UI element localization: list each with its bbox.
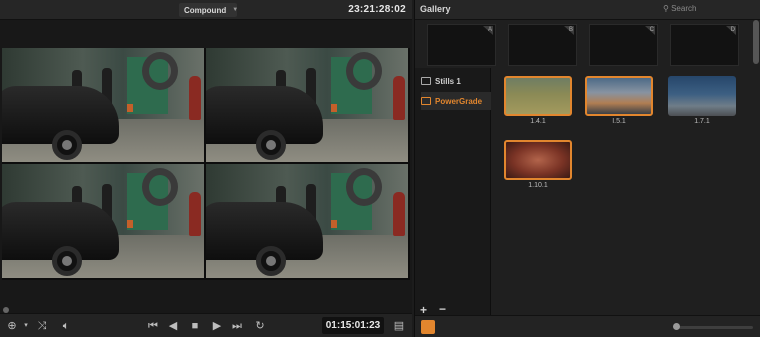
shuffle-icon[interactable]: ⤨ [34,318,50,334]
record-timecode: 01:15:01:23 [322,317,384,334]
memory-slot-a[interactable]: A [427,24,496,66]
still-label: 1.4.1 [530,118,546,125]
viewer-toolbar: Compound ▼ 23:21:28:02 [0,0,412,20]
album-stills-1[interactable]: Stills 1 [421,72,491,90]
powergrade-album-icon[interactable] [421,320,435,334]
album-powergrade[interactable]: PowerGrade [421,92,491,110]
zoom-slider-handle[interactable] [673,323,680,330]
stop-icon[interactable]: ■ [187,318,203,334]
memory-slot-label: A [483,26,493,35]
gallery-title: Gallery [420,4,451,14]
search-field[interactable]: ⚲ Search [663,4,696,13]
still-thumbnail[interactable] [504,76,572,116]
memory-slot-label: B [564,26,574,35]
remove-album-button[interactable]: − [439,302,446,316]
memory-scrollbar[interactable] [753,20,759,64]
first-frame-icon[interactable]: ⏮︎ [145,318,161,334]
viewer-options-icon[interactable]: ▤ [391,318,407,334]
viewer-panel: Compound ▼ 23:21:28:02 ⊕ ▾ ⤨ 🔈︎ ⏮︎ ◀ ■ ▶… [0,0,412,337]
transport-bar: ⊕ ▾ ⤨ 🔈︎ ⏮︎ ◀ ■ ▶ ⏭︎ ↻ 01:15:01:23 ▤ [0,313,412,337]
album-list: Stills 1 PowerGrade [415,68,491,315]
source-timecode: 23:21:28:02 [348,4,406,15]
memory-slot-c[interactable]: C [589,24,658,66]
search-icon: ⚲ [663,4,669,13]
chevron-down-icon[interactable]: ▾ [18,318,34,334]
clip-selector-label: Compound [184,5,227,15]
chevron-down-icon: ▼ [232,7,239,13]
gallery-panel: Gallery ⚲ Search A B C D Stills 1 PowerG… [414,0,760,337]
still-label: I.5.1 [612,118,626,125]
thumbnail-zoom-slider[interactable] [679,326,753,329]
still-thumbnail[interactable] [668,76,736,116]
play-icon[interactable]: ▶ [209,318,225,334]
viewer-frame-4[interactable] [206,164,408,278]
gallery-header: Gallery ⚲ Search [415,0,760,20]
gallery-footer [415,315,760,337]
memory-slot-label: D [726,26,736,35]
album-label: PowerGrade [435,96,483,106]
album-icon [421,97,431,105]
memory-slot-d[interactable]: D [670,24,739,66]
still-label: 1.10.1 [528,182,548,189]
clip-selector-dropdown[interactable]: Compound ▼ [179,3,239,17]
loop-icon[interactable]: ↻ [252,318,268,334]
viewer-frame-3[interactable] [2,164,204,278]
album-icon [421,77,431,85]
search-placeholder: Search [671,4,697,13]
still-thumbnail[interactable] [585,76,653,116]
still-thumbnail[interactable] [504,140,572,180]
still-label: 1.7.1 [694,118,710,125]
viewer-frame-1[interactable] [2,48,204,162]
album-label: Stills 1 [435,76,461,86]
speaker-icon[interactable]: 🔈︎ [58,318,74,334]
memory-slot-b[interactable]: B [508,24,577,66]
step-back-icon[interactable]: ◀ [165,318,181,334]
viewer-frame-2[interactable] [206,48,408,162]
last-frame-icon[interactable]: ⏭︎ [229,318,245,334]
memory-slot-label: C [645,26,655,35]
split-screen-viewer[interactable] [2,48,410,280]
